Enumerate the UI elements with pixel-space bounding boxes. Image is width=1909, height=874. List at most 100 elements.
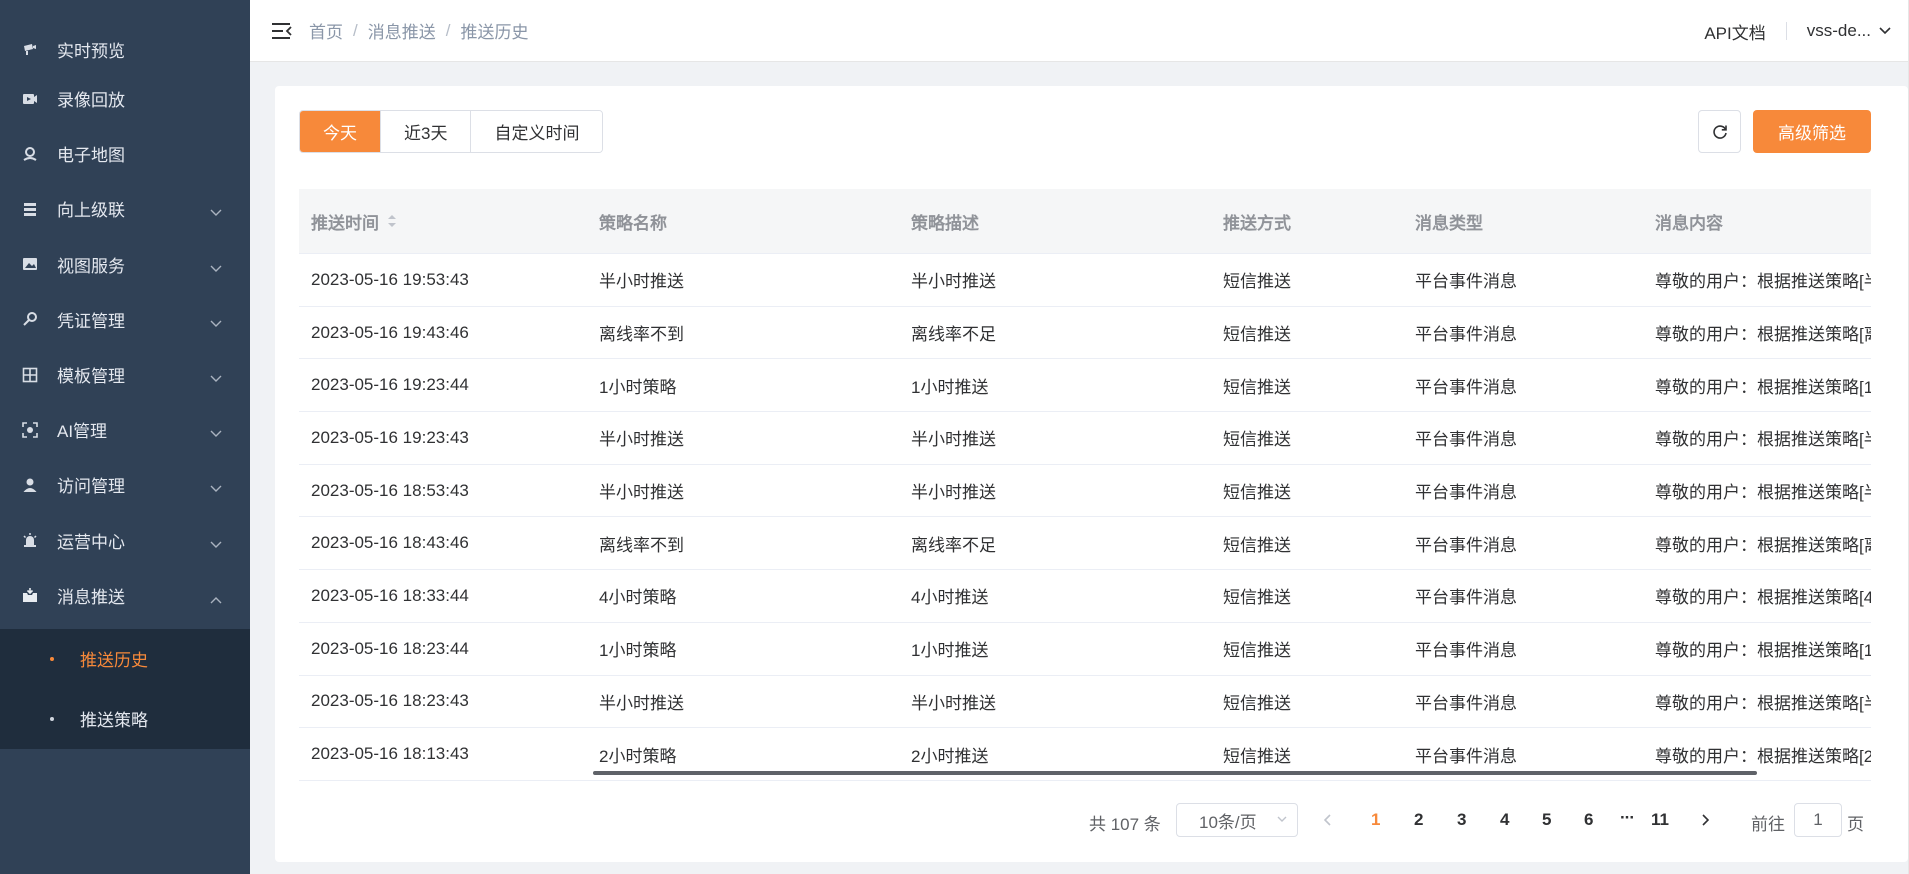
column-header-push-method: 推送方式 bbox=[1223, 213, 1291, 233]
cell-push-time: 2023-05-16 18:13:43 bbox=[311, 744, 469, 764]
sidebar-item-label: 实时预览 bbox=[57, 41, 125, 61]
table-row[interactable]: 2023-05-16 19:43:46 离线率不到 离线率不足 短信推送 平台事件消息 尊… bbox=[299, 307, 1871, 360]
cell-strategy-name: 离线率不到 bbox=[599, 535, 684, 555]
goto-label: 前往 bbox=[1751, 815, 1785, 834]
breadcrumb-current: 推送历史 bbox=[460, 23, 529, 42]
sidebar-item[interactable]: 模板管理 bbox=[0, 347, 250, 402]
cell-message-content: 尊敬的用户：根据推送策略[离 bbox=[1655, 325, 1871, 345]
chevron-down-icon bbox=[210, 478, 224, 493]
cell-strategy-desc: 半小时推送 bbox=[911, 483, 996, 503]
column-header-strategy-name: 策略名称 bbox=[599, 213, 667, 233]
map-pin-icon bbox=[22, 146, 38, 162]
chevron-down-icon bbox=[210, 202, 224, 217]
sort-icon[interactable] bbox=[387, 214, 397, 228]
page-5[interactable]: 5 bbox=[1542, 810, 1551, 830]
sidebar-item-label: AI管理 bbox=[57, 422, 108, 442]
more-pages[interactable]: ··· bbox=[1620, 808, 1635, 828]
tab-today[interactable]: 今天 bbox=[300, 111, 381, 152]
cell-push-method: 短信推送 bbox=[1223, 588, 1291, 608]
sidebar-item[interactable]: 凭证管理 bbox=[0, 292, 250, 347]
cell-message-type: 平台事件消息 bbox=[1415, 325, 1517, 345]
horizontal-scrollbar[interactable] bbox=[593, 771, 1757, 775]
sidebar-item[interactable]: 视图服务 bbox=[0, 237, 250, 292]
page-size-value: 10条/页 bbox=[1199, 812, 1257, 832]
cell-strategy-desc: 2小时推送 bbox=[911, 746, 989, 766]
chevron-down-icon bbox=[210, 534, 224, 548]
breadcrumb-message-push[interactable]: 消息推送 bbox=[368, 18, 436, 43]
cell-message-content: 尊敬的用户：根据推送策略[半 bbox=[1655, 483, 1871, 503]
chevron-up-icon bbox=[210, 589, 224, 604]
table-row[interactable]: 2023-05-16 18:43:46 离线率不到 离线率不足 短信推送 平台事件消息 尊… bbox=[299, 517, 1871, 571]
tab-last-3-days[interactable]: 近3天 bbox=[381, 111, 472, 152]
tab-custom-time[interactable]: 自定义时间 bbox=[471, 111, 603, 152]
cell-message-type: 平台事件消息 bbox=[1415, 430, 1517, 450]
page-4[interactable]: 4 bbox=[1500, 810, 1509, 830]
cell-push-method: 短信推送 bbox=[1223, 641, 1291, 661]
chevron-left-icon bbox=[1324, 814, 1331, 826]
column-header-push-time[interactable]: 推送时间 bbox=[299, 209, 587, 234]
table-row[interactable]: 2023-05-16 18:33:44 4小时策略 4小时推送 短信推送 平台事件消息 尊… bbox=[299, 570, 1871, 623]
cell-message-content: 尊敬的用户：根据推送策略[半 bbox=[1655, 693, 1871, 713]
cell-push-method: 短信推送 bbox=[1223, 377, 1291, 397]
prev-page-button[interactable] bbox=[1318, 810, 1338, 830]
table-row[interactable]: 2023-05-16 18:23:44 1小时策略 1小时推送 短信推送 平台事件消息 尊… bbox=[299, 623, 1871, 676]
cell-strategy-desc: 1小时推送 bbox=[911, 377, 989, 397]
sidebar-item[interactable]: 实时预览 bbox=[0, 27, 250, 71]
user-menu[interactable]: vss-de... bbox=[1807, 21, 1891, 41]
goto-page-input[interactable]: 1 bbox=[1794, 803, 1842, 837]
sidebar-item[interactable]: 向上级联 bbox=[0, 181, 250, 236]
top-header: 首页 / 消息推送 / 推送历史 API文档 vss-de... bbox=[250, 0, 1909, 62]
cell-push-time: 2023-05-16 18:23:44 bbox=[311, 638, 469, 658]
table-row[interactable]: 2023-05-16 18:53:43 半小时推送 半小时推送 短信推送 平台事件消息 尊… bbox=[299, 465, 1871, 518]
cell-push-method: 短信推送 bbox=[1223, 535, 1291, 555]
chevron-right-icon bbox=[1702, 814, 1709, 826]
table-row[interactable]: 2023-05-16 19:53:43 半小时推送 半小时推送 短信推送 平台事件消息 尊… bbox=[299, 254, 1871, 307]
chevron-down-icon bbox=[1879, 27, 1891, 35]
sidebar-subitem[interactable]: 推送历史 bbox=[0, 629, 250, 689]
cell-message-content: 尊敬的用户：根据推送策略[2 bbox=[1655, 746, 1871, 766]
page-2[interactable]: 2 bbox=[1414, 810, 1423, 830]
cell-push-time: 2023-05-16 18:33:44 bbox=[311, 585, 469, 605]
refresh-button[interactable] bbox=[1698, 110, 1741, 153]
sidebar-subitem[interactable]: 推送策略 bbox=[0, 689, 250, 749]
cell-message-content: 尊敬的用户：根据推送策略[1 bbox=[1655, 377, 1871, 397]
page-size-select[interactable]: 10条/页 bbox=[1176, 803, 1298, 837]
breadcrumb-home[interactable]: 首页 bbox=[309, 18, 343, 43]
advanced-filter-button[interactable]: 高级筛选 bbox=[1753, 110, 1871, 153]
table-row[interactable]: 2023-05-16 18:23:43 半小时推送 半小时推送 短信推送 平台事件消息 尊… bbox=[299, 676, 1871, 729]
table-row[interactable]: 2023-05-16 19:23:43 半小时推送 半小时推送 短信推送 平台事件消息 尊… bbox=[299, 412, 1871, 465]
sidebar-item[interactable]: 电子地图 bbox=[0, 126, 250, 181]
cell-message-type: 平台事件消息 bbox=[1415, 693, 1517, 713]
cell-message-content: 尊敬的用户：根据推送策略[半 bbox=[1655, 430, 1871, 450]
cell-message-type: 平台事件消息 bbox=[1415, 746, 1517, 766]
cell-strategy-name: 离线率不到 bbox=[599, 325, 684, 345]
cell-strategy-name: 半小时推送 bbox=[599, 693, 684, 713]
video-playback-icon bbox=[22, 91, 38, 107]
page-3[interactable]: 3 bbox=[1457, 810, 1466, 830]
cell-strategy-desc: 1小时推送 bbox=[911, 641, 989, 661]
cell-push-time: 2023-05-16 19:43:46 bbox=[311, 322, 469, 342]
sidebar-item-label: 视图服务 bbox=[57, 256, 125, 276]
sidebar-item[interactable]: 录像回放 bbox=[0, 71, 250, 126]
menu-toggle-icon[interactable] bbox=[270, 19, 294, 43]
next-page-button[interactable] bbox=[1695, 810, 1715, 830]
sidebar-item[interactable]: 运营中心 bbox=[0, 513, 250, 568]
chevron-down-icon bbox=[1277, 816, 1287, 822]
username: vss-de... bbox=[1806, 21, 1871, 40]
table-row[interactable]: 2023-05-16 19:23:44 1小时策略 1小时推送 短信推送 平台事件消息 尊… bbox=[299, 359, 1871, 413]
divider bbox=[1785, 22, 1787, 40]
api-docs-link[interactable]: API文档 bbox=[1704, 19, 1765, 44]
sidebar-item[interactable]: 消息推送 bbox=[0, 567, 250, 623]
cell-push-method: 短信推送 bbox=[1223, 430, 1291, 450]
bullet-dot bbox=[50, 656, 54, 661]
header-right: API文档 vss-de... bbox=[1704, 0, 1891, 62]
cell-strategy-name: 半小时推送 bbox=[599, 430, 684, 450]
cell-push-time: 2023-05-16 18:23:43 bbox=[311, 691, 469, 711]
page-last[interactable]: 11 bbox=[1651, 810, 1669, 830]
sidebar-item[interactable]: 访问管理 bbox=[0, 457, 250, 512]
cell-strategy-name: 半小时推送 bbox=[599, 483, 684, 503]
push-history-table: 推送时间 策略名称 策略描述 推送方式 消息类型 消息内容 2023-05-16… bbox=[299, 189, 1871, 781]
sidebar-item[interactable]: AI管理 bbox=[0, 402, 250, 457]
page-6[interactable]: 6 bbox=[1584, 810, 1593, 830]
page-1[interactable]: 1 bbox=[1371, 810, 1380, 830]
